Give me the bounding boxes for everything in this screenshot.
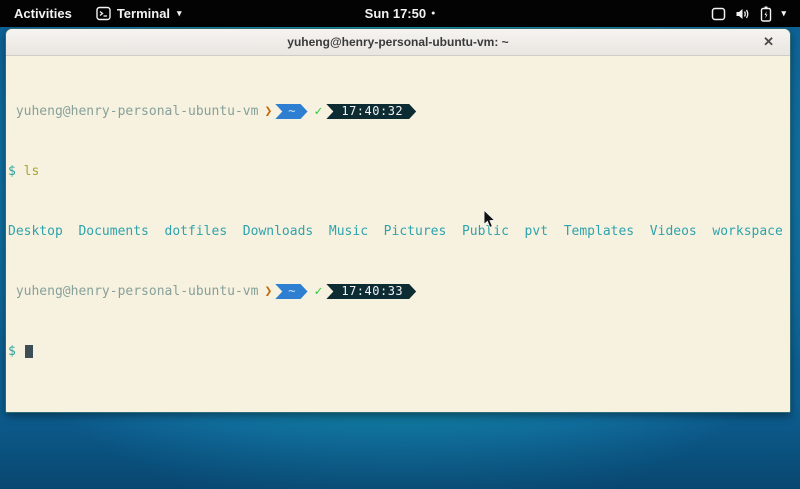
clock-button[interactable]: Sun 17:50 ● xyxy=(357,0,444,27)
terminal-content[interactable]: yuheng@henry-personal-ubuntu-vm ❯ ~ ✓ 17… xyxy=(6,56,790,412)
system-status-menu[interactable]: ▾ xyxy=(703,0,794,27)
chevron-down-icon: ▾ xyxy=(177,8,182,19)
activities-button[interactable]: Activities xyxy=(0,0,86,27)
top-bar: Activities Terminal ▾ Sun 17:50 ● xyxy=(0,0,800,27)
ls-output-line: Desktop Documents dotfiles Downloads Mus… xyxy=(8,224,788,239)
command-line: $ ls xyxy=(8,164,788,179)
status-ok-icon: ✓ xyxy=(315,104,323,119)
clock-label: Sun 17:50 xyxy=(365,6,426,21)
directory-list: Desktop Documents dotfiles Downloads Mus… xyxy=(8,224,783,239)
battery-charging-icon xyxy=(760,6,772,22)
shell-prompt-symbol: $ xyxy=(8,164,16,179)
prompt-path-segment: ~ xyxy=(275,284,307,299)
app-menu-terminal[interactable]: Terminal ▾ xyxy=(86,0,192,27)
status-ok-icon: ✓ xyxy=(315,284,323,299)
prompt-user: yuheng@henry-personal-ubuntu-vm xyxy=(16,284,259,299)
window-title: yuheng@henry-personal-ubuntu-vm: ~ xyxy=(287,35,508,49)
notification-dot-icon: ● xyxy=(431,10,435,17)
command-text: ls xyxy=(24,164,40,179)
shell-prompt-symbol: $ xyxy=(8,344,16,359)
volume-icon xyxy=(735,7,751,21)
powerline-arrow-icon: ❯ xyxy=(264,104,272,119)
prompt-time-segment: 17:40:33 xyxy=(326,284,416,299)
terminal-cursor xyxy=(25,345,33,358)
prompt-line: yuheng@henry-personal-ubuntu-vm ❯ ~ ✓ 17… xyxy=(8,104,788,119)
terminal-window: yuheng@henry-personal-ubuntu-vm: ~ ✕ yuh… xyxy=(5,28,791,413)
window-titlebar[interactable]: yuheng@henry-personal-ubuntu-vm: ~ ✕ xyxy=(6,29,790,56)
close-button[interactable]: ✕ xyxy=(759,29,778,55)
app-menu-label: Terminal xyxy=(117,6,170,21)
prompt-time-segment: 17:40:32 xyxy=(326,104,416,119)
prompt-indent xyxy=(8,104,16,119)
prompt-indent xyxy=(8,284,16,299)
terminal-icon xyxy=(96,6,111,21)
activities-label: Activities xyxy=(14,6,72,21)
input-line: $ xyxy=(8,344,788,359)
chevron-down-icon: ▾ xyxy=(781,8,786,19)
powerline-arrow-icon: ❯ xyxy=(264,284,272,299)
prompt-line: yuheng@henry-personal-ubuntu-vm ❯ ~ ✓ 17… xyxy=(8,284,788,299)
screen-icon xyxy=(711,7,726,21)
prompt-user: yuheng@henry-personal-ubuntu-vm xyxy=(16,104,259,119)
prompt-path-segment: ~ xyxy=(275,104,307,119)
